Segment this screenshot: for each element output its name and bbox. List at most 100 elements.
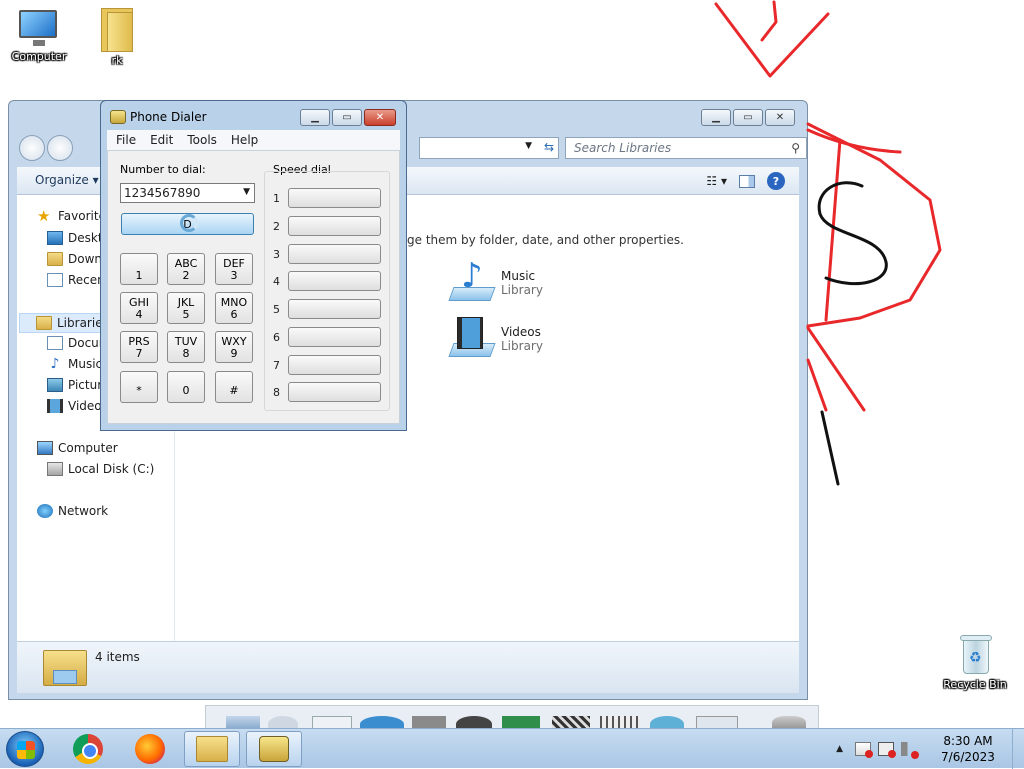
key-digit: * bbox=[136, 384, 142, 397]
help-icon[interactable]: ? bbox=[767, 172, 785, 190]
library-type: Library bbox=[501, 283, 543, 297]
taskbar-phone-dialer[interactable] bbox=[246, 731, 302, 767]
taskbar-explorer[interactable] bbox=[184, 731, 240, 767]
key-digit: # bbox=[229, 384, 239, 397]
speed-dial-button-2[interactable] bbox=[288, 216, 381, 236]
search-input[interactable]: Search Libraries ⚲ bbox=[565, 137, 807, 159]
key-hash[interactable]: # bbox=[215, 371, 253, 403]
chrome-icon bbox=[73, 734, 103, 764]
nav-item-local-disk[interactable]: Local Disk (C:) bbox=[47, 462, 154, 476]
taskbar-chrome[interactable] bbox=[60, 731, 116, 767]
speed-slot-number: 5 bbox=[273, 302, 280, 316]
volume-muted-icon[interactable] bbox=[901, 742, 919, 759]
network-status-icon[interactable] bbox=[878, 742, 896, 758]
key-5[interactable]: JKL 5 bbox=[167, 292, 205, 324]
maximize-button[interactable]: ▭ bbox=[733, 109, 763, 126]
speed-dial-row: 7 bbox=[273, 355, 381, 375]
speed-dial-button-8[interactable] bbox=[288, 382, 381, 402]
show-hidden-icons-arrow[interactable]: ▲ bbox=[836, 744, 843, 754]
key-0[interactable]: 0 bbox=[167, 371, 205, 403]
forward-button[interactable] bbox=[47, 135, 73, 161]
view-options-icon[interactable]: ☷ ▾ bbox=[706, 174, 727, 188]
taskbar-firefox[interactable] bbox=[122, 731, 178, 767]
key-digit: 5 bbox=[182, 308, 190, 321]
refresh-icon[interactable]: ⇆ bbox=[544, 140, 554, 154]
speed-dial-row: 5 bbox=[273, 299, 381, 319]
status-bar: 4 items bbox=[17, 641, 799, 693]
speed-dial-row: 1 bbox=[273, 188, 381, 208]
key-9[interactable]: WXY 9 bbox=[215, 331, 253, 363]
desktop-icon-recycle-bin[interactable]: ♻ Recycle Bin bbox=[940, 632, 1010, 691]
address-bar[interactable]: ▼ ⇆ bbox=[419, 137, 559, 159]
menu-file[interactable]: File bbox=[116, 133, 136, 147]
key-2[interactable]: ABC 2 bbox=[167, 253, 205, 285]
speed-dial-row: 8 bbox=[273, 382, 381, 402]
dialer-maximize-button[interactable]: ▭ bbox=[332, 109, 362, 126]
explorer-folder-icon bbox=[196, 736, 228, 762]
show-desktop-button[interactable] bbox=[1012, 729, 1024, 769]
speed-dial-button-3[interactable] bbox=[288, 244, 381, 264]
film-icon bbox=[47, 399, 63, 413]
key-8[interactable]: TUV 8 bbox=[167, 331, 205, 363]
library-item-music[interactable]: ♪ Music Library bbox=[447, 259, 543, 307]
network-icon bbox=[37, 504, 53, 518]
number-to-dial-combo[interactable]: 1234567890 ▼ bbox=[120, 183, 255, 203]
action-center-flag-icon[interactable] bbox=[855, 742, 873, 758]
desktop-icon-rk-folder[interactable]: rk bbox=[82, 6, 152, 67]
speed-dial-button-1[interactable] bbox=[288, 188, 381, 208]
menu-tools[interactable]: Tools bbox=[187, 133, 217, 147]
computer-icon bbox=[37, 441, 53, 455]
desktop-icon-computer[interactable]: Computer bbox=[4, 8, 74, 63]
recent-places-icon bbox=[47, 273, 63, 287]
organize-button[interactable]: Organize ▾ bbox=[35, 173, 99, 187]
dialer-titlebar[interactable]: Phone Dialer bbox=[110, 110, 207, 124]
key-digit: 3 bbox=[230, 269, 238, 282]
desktop-icon-label: Recycle Bin bbox=[943, 678, 1007, 691]
item-count: 4 items bbox=[95, 650, 140, 664]
minimize-button[interactable]: ▁ bbox=[701, 109, 731, 126]
nav-item-videos[interactable]: Videos bbox=[47, 399, 108, 413]
speed-dial-button-6[interactable] bbox=[288, 327, 381, 347]
key-1[interactable]: 1 bbox=[120, 253, 158, 285]
nav-item-label: Music bbox=[68, 357, 103, 371]
chevron-down-icon[interactable]: ▼ bbox=[243, 187, 250, 197]
dialer-close-button[interactable]: ✕ bbox=[364, 109, 396, 126]
phone-dialer-window[interactable]: Phone Dialer ▁ ▭ ✕ File Edit Tools Help … bbox=[100, 100, 407, 431]
number-to-dial-label: Number to dial: bbox=[120, 163, 206, 176]
dialer-minimize-button[interactable]: ▁ bbox=[300, 109, 330, 126]
speed-dial-button-4[interactable] bbox=[288, 271, 381, 291]
documents-icon bbox=[47, 336, 63, 350]
search-icon[interactable]: ⚲ bbox=[791, 141, 800, 155]
speed-dial-button-5[interactable] bbox=[288, 299, 381, 319]
key-4[interactable]: GHI 4 bbox=[120, 292, 158, 324]
nav-item-label: Computer bbox=[58, 441, 118, 455]
nav-item-music[interactable]: ♪ Music bbox=[47, 357, 103, 371]
system-tray: ▲ 8:30 AM 7/6/2023 bbox=[836, 729, 1024, 769]
key-6[interactable]: MNO 6 bbox=[215, 292, 253, 324]
key-digit: 6 bbox=[230, 308, 238, 321]
windows-logo-icon bbox=[17, 741, 35, 759]
dial-button[interactable]: D bbox=[121, 213, 254, 235]
close-button[interactable]: ✕ bbox=[765, 109, 795, 126]
nav-item-computer[interactable]: Computer bbox=[37, 441, 118, 455]
menu-help[interactable]: Help bbox=[231, 133, 258, 147]
preview-pane-icon[interactable] bbox=[739, 174, 755, 188]
back-button[interactable] bbox=[19, 135, 45, 161]
start-button[interactable] bbox=[6, 731, 44, 767]
speed-slot-number: 7 bbox=[273, 358, 280, 372]
key-3[interactable]: DEF 3 bbox=[215, 253, 253, 285]
chevron-down-icon[interactable]: ▼ bbox=[525, 141, 532, 151]
search-placeholder: Search Libraries bbox=[574, 141, 672, 155]
desktop-icon bbox=[47, 231, 63, 245]
libraries-icon bbox=[36, 316, 52, 330]
nav-item-network[interactable]: Network bbox=[37, 504, 108, 518]
library-item-videos[interactable]: Videos Library bbox=[447, 315, 543, 363]
menu-edit[interactable]: Edit bbox=[150, 133, 173, 147]
key-star[interactable]: * bbox=[120, 371, 158, 403]
clock-time: 8:30 AM bbox=[943, 734, 993, 748]
key-7[interactable]: PRS 7 bbox=[120, 331, 158, 363]
red-stroke-diagonal-1 bbox=[806, 326, 866, 412]
system-clock[interactable]: 8:30 AM 7/6/2023 bbox=[924, 733, 1012, 765]
speed-dial-button-7[interactable] bbox=[288, 355, 381, 375]
red-stroke-diagonal-2 bbox=[806, 358, 828, 412]
